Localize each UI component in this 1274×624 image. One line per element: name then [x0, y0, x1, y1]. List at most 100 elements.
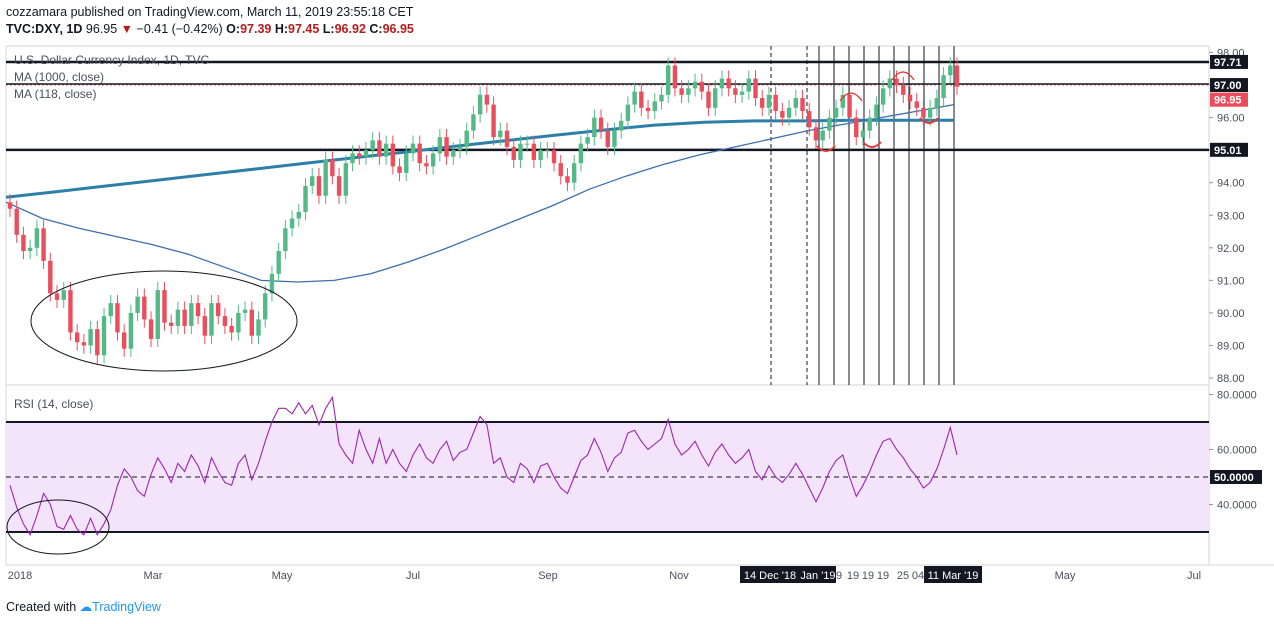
candle-body	[625, 104, 631, 121]
price-tag-last: 96.95	[1214, 95, 1242, 107]
candle-body	[276, 251, 281, 274]
time-tick-label: Sep	[538, 570, 558, 582]
candle-body	[645, 107, 651, 112]
candle-body	[350, 153, 355, 164]
candle-body	[907, 94, 913, 102]
candle-body	[477, 94, 483, 115]
time-tick-label: 9	[836, 570, 842, 582]
candle-body	[451, 150, 456, 157]
candle-body	[336, 176, 342, 196]
time-tick-label: Jul	[1187, 570, 1201, 582]
candle-body	[699, 81, 704, 92]
candle-body	[827, 117, 832, 131]
candle-body	[182, 309, 187, 326]
candle-body	[605, 130, 610, 147]
rsi-tag-50: 50.0000	[1214, 472, 1254, 484]
candle-body	[639, 91, 644, 108]
candle-body	[833, 107, 839, 118]
ma118-legend[interactable]: MA (118, close)	[14, 87, 96, 101]
candle-body	[61, 290, 66, 300]
candle-body	[786, 107, 792, 118]
candle-body	[484, 94, 490, 105]
candle-body	[263, 293, 268, 320]
candle-body	[303, 185, 308, 212]
candle-body	[54, 293, 60, 300]
time-tick-label: Jul	[406, 570, 420, 582]
candle-body	[887, 78, 893, 89]
candle-body	[162, 290, 167, 323]
candle-body	[330, 159, 335, 177]
time-tick-label: Nov	[669, 570, 689, 582]
candle-body	[121, 332, 127, 349]
candle-body	[404, 153, 409, 173]
ma1000-legend[interactable]: MA (1000, close)	[14, 70, 104, 84]
candle-body	[632, 91, 637, 105]
candle-body	[592, 117, 597, 138]
candle-body	[948, 65, 953, 76]
candle-body	[148, 319, 154, 339]
candle-body	[189, 303, 194, 326]
candle-body	[665, 65, 671, 95]
candle-body	[383, 143, 389, 157]
time-tick-label: May	[1055, 570, 1076, 582]
candle-body	[471, 114, 476, 131]
candle-body	[746, 78, 751, 92]
candle-body	[135, 296, 140, 313]
candle-body	[652, 101, 657, 112]
rsi-legend[interactable]: RSI (14, close)	[14, 397, 93, 411]
candle-body	[377, 140, 382, 157]
candle-body	[504, 130, 510, 147]
candle-body	[598, 117, 604, 131]
price-tag-97-00: 97.00	[1214, 80, 1242, 92]
candle-body	[41, 228, 46, 261]
candle-body	[565, 176, 570, 183]
candle-body	[518, 143, 523, 160]
candle-body	[807, 111, 812, 128]
candle-body	[430, 153, 436, 167]
candle-body	[108, 303, 113, 317]
candle-body	[672, 65, 678, 89]
time-tick-label: 04	[912, 570, 924, 582]
candle-body	[229, 325, 234, 333]
tradingview-brand[interactable]: TradingView	[92, 600, 161, 614]
candle-body	[692, 81, 698, 89]
candle-body	[424, 163, 429, 167]
candle-body	[954, 65, 960, 87]
candle-body	[860, 130, 866, 138]
candle-body	[753, 78, 758, 99]
candle-body	[310, 176, 315, 186]
price-chart[interactable]: 88.0089.0090.0091.0092.0093.0094.0095.00…	[0, 0, 1274, 624]
candle-body	[195, 303, 201, 317]
price-tick-label: 90.00	[1217, 308, 1245, 320]
candle-body	[854, 117, 859, 138]
time-tick-label: Mar	[144, 570, 163, 582]
candle-body	[934, 98, 940, 108]
candle-body	[236, 312, 241, 333]
candle-body	[618, 120, 624, 131]
candle-body	[7, 202, 13, 209]
candle-body	[142, 296, 147, 320]
price-tick-label: 89.00	[1217, 340, 1245, 352]
candle-body	[397, 166, 402, 173]
ma1000-line	[5, 118, 954, 199]
candle-body	[410, 143, 416, 154]
candle-body	[894, 78, 899, 86]
candle-body	[551, 150, 557, 164]
price-tick-label: 88.00	[1217, 373, 1245, 385]
candle-body	[464, 130, 469, 147]
candle-body	[209, 303, 214, 336]
tradingview-logo-icon: ☁	[79, 600, 93, 614]
candle-body	[847, 94, 852, 118]
candle-body	[27, 247, 33, 252]
candle-body	[128, 312, 134, 349]
candle-body	[766, 94, 772, 108]
candle-body	[820, 130, 825, 141]
candle-body	[874, 104, 879, 118]
candle-body	[48, 260, 53, 294]
candle-body	[739, 91, 745, 95]
candle-body	[679, 88, 684, 95]
candle-body	[390, 143, 396, 167]
candle-body	[216, 303, 221, 317]
time-tick-label: May	[272, 570, 293, 582]
candle-body	[713, 88, 718, 108]
